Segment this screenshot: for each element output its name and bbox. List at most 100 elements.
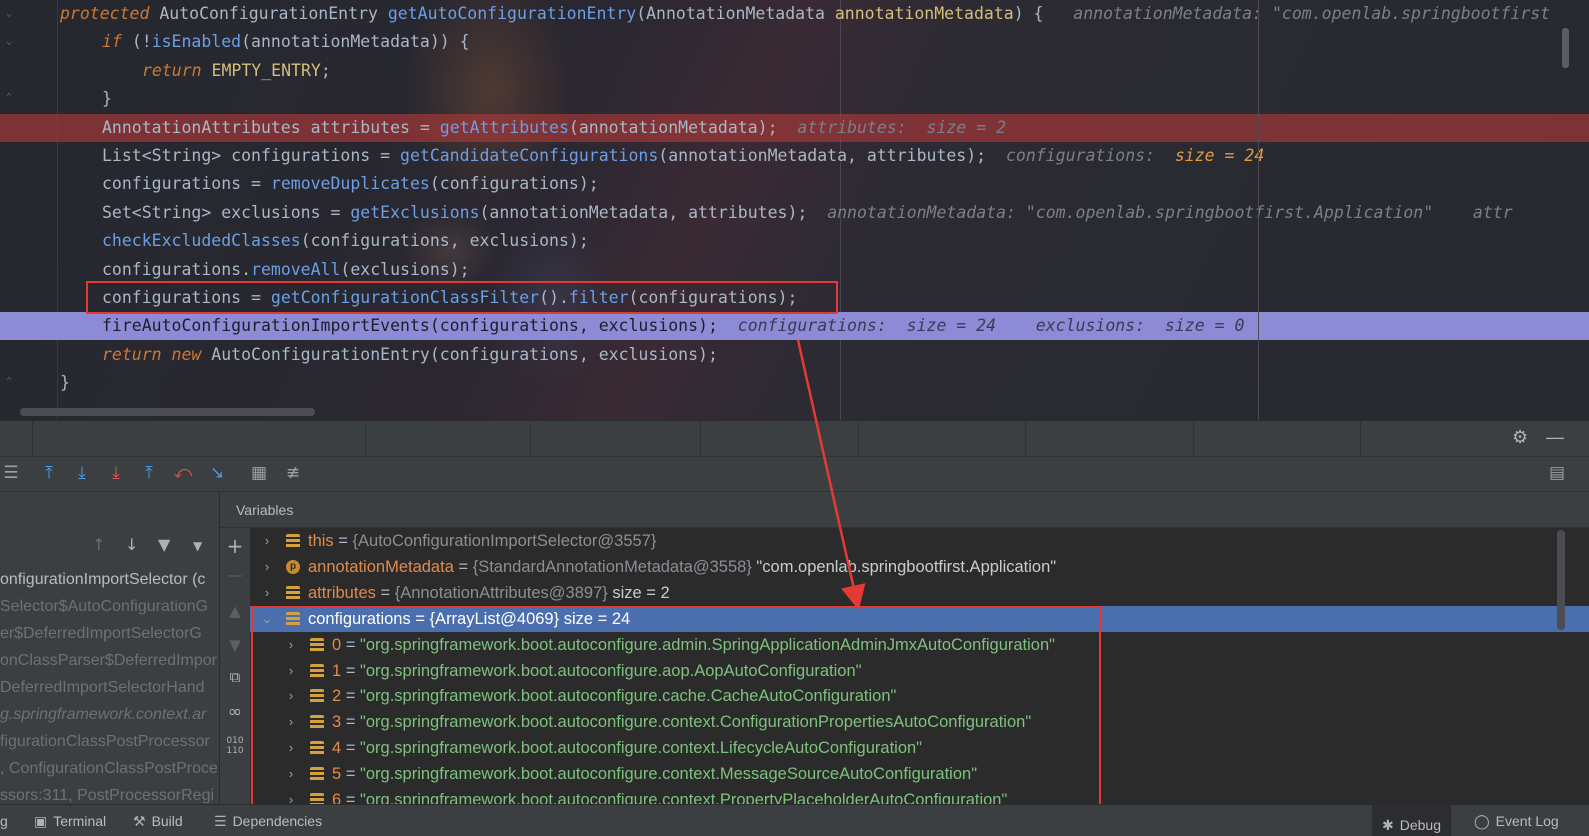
code-token: return	[142, 60, 212, 80]
code-token: removeDuplicates	[270, 174, 430, 194]
code-line[interactable]: }	[0, 369, 1589, 397]
variable-child-row[interactable]: › 3 = "org.springframework.boot.autoconfi…	[250, 709, 1589, 735]
filter-icon[interactable]: ▼	[158, 535, 170, 554]
variable-row[interactable]: › attributes = {AnnotationAttributes@3897…	[250, 580, 1589, 606]
stack-frame[interactable]: DeferredImportSelectorHand	[0, 674, 219, 701]
stack-frame[interactable]: ssors:311, PostProcessorRegi	[0, 782, 219, 804]
status-fragment: g	[0, 813, 8, 829]
stack-frame[interactable]: er$DeferredImportSelectorG	[0, 620, 219, 647]
arrow-up-icon[interactable]: ↑	[92, 535, 105, 554]
chevron-right-icon[interactable]: ›	[284, 683, 298, 709]
variables-scrollbar[interactable]	[1557, 530, 1565, 630]
variable-child-row[interactable]: › 4 = "org.springframework.boot.autoconfi…	[250, 735, 1589, 761]
terminal-tab[interactable]: ▣ Terminal	[34, 813, 106, 830]
move-down-icon[interactable]: ▼	[224, 636, 246, 654]
variable-child-row[interactable]: › 2 = "org.springframework.boot.autoconfi…	[250, 683, 1589, 709]
debug-tab[interactable]: ✱ Debug	[1372, 805, 1451, 836]
stack-frame[interactable]: , ConfigurationClassPostProce	[0, 755, 219, 782]
code-line[interactable]: protected AutoConfigurationEntry getAuto…	[0, 0, 1589, 28]
code-line[interactable]: configurations = getConfigurationClassFi…	[0, 284, 1589, 312]
chevron-right-icon[interactable]: ›	[284, 735, 298, 761]
add-watch-icon[interactable]: +	[224, 534, 246, 558]
run-to-cursor-icon[interactable]: ↘	[206, 461, 228, 485]
variable-separator: =	[341, 713, 360, 732]
stack-frame[interactable]: onfigurationImportSelector (c	[0, 566, 219, 593]
variables-header: Variables	[220, 492, 1589, 528]
code-line[interactable]: checkExcludedClasses(configurations, exc…	[0, 227, 1589, 255]
frames-panel[interactable]: onfigurationImportSelector (c Selector$Au…	[0, 492, 220, 804]
chevron-right-icon[interactable]: ›	[260, 580, 274, 606]
menu-icon[interactable]: ☰	[0, 461, 22, 485]
minimize-icon[interactable]: —	[1546, 427, 1564, 447]
gear-icon[interactable]: ⚙	[1512, 427, 1528, 447]
chevron-right-icon[interactable]: ›	[284, 658, 298, 684]
code-line[interactable]: configurations = removeDuplicates(config…	[0, 170, 1589, 198]
variable-text: 1 = "org.springframework.boot.autoconfig…	[332, 658, 862, 684]
show-execution-point-icon[interactable]: ⤒	[38, 461, 60, 485]
variable-child-row[interactable]: › 5 = "org.springframework.boot.autoconfi…	[250, 761, 1589, 787]
code-token: ) {	[1013, 4, 1074, 23]
code-token: return new	[102, 344, 212, 364]
variable-extra: size = 2	[612, 583, 670, 602]
binary-icon[interactable]: 010 110	[224, 736, 246, 756]
event-log-tab[interactable]: ◯ Event Log	[1474, 813, 1559, 830]
vertical-scrollbar[interactable]	[1562, 28, 1569, 68]
chevron-right-icon[interactable]: ›	[284, 632, 298, 658]
code-line[interactable]: configurations.removeAll(exclusions);	[0, 256, 1589, 284]
variable-row[interactable]: › this = {AutoConfigurationImportSelector…	[250, 528, 1589, 554]
variable-child-row[interactable]: › 6 = "org.springframework.boot.autoconfi…	[250, 787, 1589, 804]
variable-index: 6	[332, 791, 342, 804]
stack-frame[interactable]: Selector$AutoConfigurationG	[0, 593, 219, 620]
step-into-icon[interactable]: ⤓	[105, 461, 127, 485]
variable-separator: =	[453, 557, 473, 576]
dependencies-tab[interactable]: ☰ Dependencies	[214, 813, 322, 830]
arrow-down-icon[interactable]: ↓	[125, 535, 138, 554]
breakpoint-line[interactable]: AnnotationAttributes attributes = getAtt…	[0, 113, 1589, 142]
code-line[interactable]: if (!isEnabled(annotationMetadata)) {	[0, 28, 1589, 56]
stack-frame[interactable]: figurationClassPostProcessor	[0, 728, 219, 755]
debug-toolbar	[0, 456, 1589, 492]
variable-row[interactable]: › p annotationMetadata = {StandardAnnotati…	[250, 554, 1589, 580]
code-line[interactable]: }	[0, 85, 1589, 113]
field-icon	[310, 741, 324, 756]
stack-frame[interactable]: g.springframework.context.ar	[0, 701, 219, 728]
layout-icon[interactable]: ▤	[1546, 461, 1568, 485]
chevron-right-icon[interactable]: ›	[260, 554, 274, 580]
chevron-right-icon[interactable]: ›	[284, 709, 298, 735]
variable-row[interactable]: ⌄ configurations = {ArrayList@4069} size …	[250, 605, 1589, 632]
current-execution-line[interactable]: fireAutoConfigurationImportEvents(config…	[0, 312, 1589, 341]
watches-glasses-icon[interactable]: ∞	[224, 702, 246, 722]
move-up-icon[interactable]: ▲	[224, 602, 246, 620]
variable-value: "org.springframework.boot.autoconfigure.…	[360, 791, 1008, 804]
variable-child-row[interactable]: › 1 = "org.springframework.boot.autoconfi…	[250, 658, 1589, 684]
variable-value: "org.springframework.boot.autoconfigure.…	[360, 713, 1032, 732]
variables-tree[interactable]: › this = {AutoConfigurationImportSelector…	[250, 528, 1589, 804]
stack-frame[interactable]: onClassParser$DeferredImpor	[0, 647, 219, 674]
code-token: }	[102, 89, 112, 109]
code-editor[interactable]: ⌄ ⌄ ⌃ ⌃ protected AutoConfigurationEntry…	[0, 0, 1589, 420]
chevron-down-icon[interactable]: ▼	[193, 539, 202, 553]
drop-frame-icon[interactable]: ⤺	[172, 461, 194, 485]
chevron-down-icon[interactable]: ⌄	[260, 606, 274, 632]
code-line[interactable]: List<String> configurations = getCandida…	[0, 142, 1589, 170]
variable-separator: =	[375, 583, 395, 602]
code-line[interactable]: Set<String> exclusions = getExclusions(a…	[0, 199, 1589, 227]
chevron-right-icon[interactable]: ›	[284, 787, 298, 804]
build-tab[interactable]: ⚒ Build	[133, 813, 183, 830]
variable-text: 3 = "org.springframework.boot.autoconfig…	[332, 709, 1031, 735]
copy-icon[interactable]: ⧉	[224, 668, 246, 686]
horizontal-scrollbar[interactable]	[20, 408, 315, 416]
step-out-icon[interactable]: ⤒	[138, 461, 160, 485]
code-line[interactable]: return EMPTY_ENTRY;	[0, 57, 1589, 85]
code-token: getAutoConfigurationEntry	[387, 4, 637, 23]
inline-debug-value: annotationMetadata: "com.openlab.springb…	[1073, 4, 1551, 23]
evaluate-expression-icon[interactable]: ▦	[248, 461, 270, 485]
trace-icon[interactable]: ≢	[282, 461, 304, 485]
chevron-right-icon[interactable]: ›	[260, 528, 274, 554]
step-over-icon[interactable]: ⤓	[71, 461, 93, 485]
variable-child-row[interactable]: › 0 = "org.springframework.boot.autoconfi…	[250, 632, 1589, 658]
variable-ref: {AutoConfigurationImportSelector@3557}	[352, 532, 657, 550]
remove-watch-icon[interactable]: —	[224, 566, 246, 584]
code-line[interactable]: return new AutoConfigurationEntry(config…	[0, 341, 1589, 369]
chevron-right-icon[interactable]: ›	[284, 761, 298, 787]
